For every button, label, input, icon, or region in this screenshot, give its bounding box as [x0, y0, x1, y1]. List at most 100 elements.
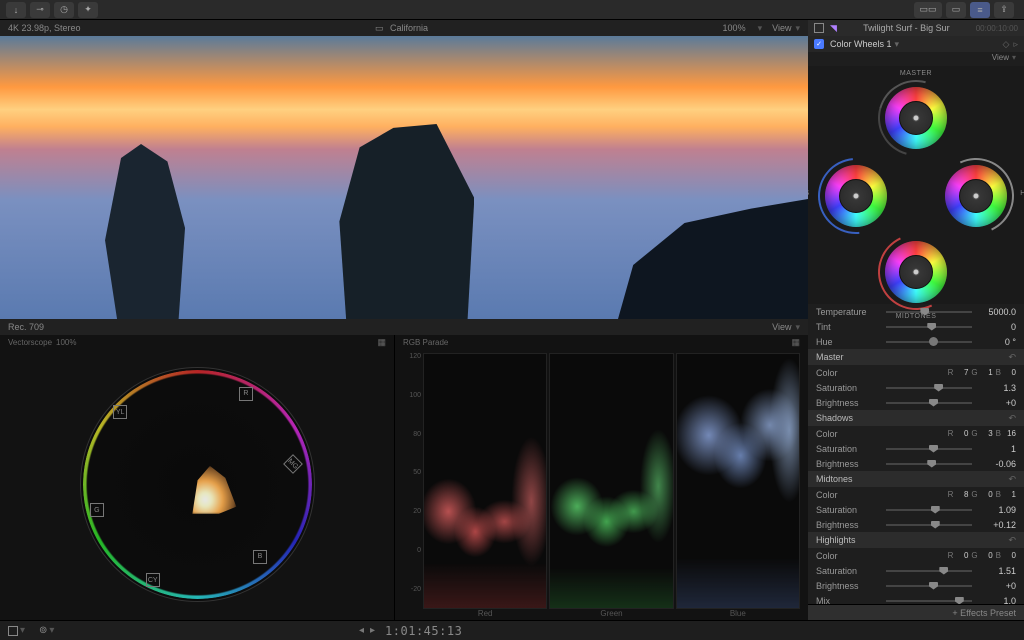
inspector-view-dropdown[interactable]: View — [992, 53, 1009, 65]
master-color-rgb[interactable]: R7G1B0 — [880, 368, 1016, 377]
tint-value[interactable]: 0 — [978, 322, 1016, 332]
highlights-wheel[interactable]: HIGHLIGHTS — [938, 158, 1014, 234]
shadows-wheel[interactable]: SHADOWS — [818, 158, 894, 234]
midtones-wheel[interactable]: MIDTONES — [878, 234, 954, 310]
vectorscope-panel: Vectorscope 100% ▦ R MG B CY G YL — [0, 335, 395, 620]
midtones-saturation-slider[interactable] — [886, 509, 972, 511]
midtones-brightness-value[interactable]: +0.12 — [978, 520, 1016, 530]
hue-value[interactable]: 0 ° — [978, 337, 1016, 347]
bg-tasks-button[interactable]: ◷ — [54, 2, 74, 18]
parade-settings-icon[interactable]: ▦ — [791, 337, 800, 348]
shadows-brightness-value[interactable]: -0.06 — [978, 459, 1016, 469]
highlights-mix-slider[interactable] — [886, 600, 972, 602]
viewer[interactable] — [0, 36, 808, 319]
highlights-brightness-label: Brightness — [816, 581, 880, 591]
highlights-saturation-slider[interactable] — [886, 570, 972, 572]
master-brightness-value[interactable]: +0 — [978, 398, 1016, 408]
highlights-section[interactable]: Highlights↶ — [808, 532, 1024, 548]
shadows-brightness-slider[interactable] — [886, 463, 972, 465]
master-brightness-row: Brightness +0 — [808, 395, 1024, 410]
shadows-section[interactable]: Shadows↶ — [808, 410, 1024, 426]
zoom-dropdown[interactable]: 100% — [723, 23, 746, 33]
inspector-timecode: 00:00:10:00 — [976, 24, 1018, 33]
temperature-slider[interactable] — [886, 311, 972, 313]
highlights-saturation-label: Saturation — [816, 566, 880, 576]
toolbar-btn-2[interactable]: ▭ — [946, 2, 966, 18]
parade-blue[interactable] — [676, 353, 800, 609]
master-saturation-label: Saturation — [816, 383, 880, 393]
hue-label: Hue — [816, 337, 880, 347]
scopes-view-dropdown[interactable]: View — [772, 322, 791, 332]
highlights-brightness-row: Brightness +0 — [808, 578, 1024, 593]
next-correction-icon[interactable]: ▹ — [1013, 39, 1018, 50]
tint-row: Tint 0 — [808, 319, 1024, 334]
midtones-saturation-row: Saturation 1.09 — [808, 502, 1024, 517]
shadows-reset-icon[interactable]: ↶ — [1008, 413, 1016, 424]
vectorscope-scale: 100% — [56, 338, 76, 347]
import-button[interactable]: ↓ — [6, 2, 26, 18]
parade-green[interactable] — [549, 353, 673, 609]
shadows-saturation-row: Saturation 1 — [808, 441, 1024, 456]
master-section[interactable]: Master↶ — [808, 349, 1024, 365]
app-toolbar: ↓ ⊸ ◷ ✦ ▭▭ ▭ ≡ ⇪ — [0, 0, 1024, 20]
master-brightness-slider[interactable] — [886, 402, 972, 404]
vectorscope-settings-icon[interactable]: ▦ — [377, 337, 386, 348]
highlights-mix-label: Mix — [816, 596, 880, 605]
play-backward-icon[interactable]: ◂ — [359, 625, 364, 636]
effect-name-dropdown[interactable]: Color Wheels 1 — [830, 39, 892, 49]
master-saturation-value[interactable]: 1.3 — [978, 383, 1016, 393]
playhead-timecode[interactable]: 1:01:45:13 — [385, 624, 462, 638]
midtones-section[interactable]: Midtones↶ — [808, 471, 1024, 487]
video-inspector-tab[interactable] — [814, 23, 824, 33]
vectorscope-display[interactable]: R MG B CY G YL — [80, 367, 315, 602]
highlights-color-rgb[interactable]: R0G0B0 — [880, 551, 1016, 560]
master-wheel[interactable]: MASTER — [878, 80, 954, 156]
keyword-button[interactable]: ⊸ — [30, 2, 50, 18]
effect-enable-checkbox[interactable]: ✓ — [814, 39, 824, 49]
temperature-value[interactable]: 5000.0 — [978, 307, 1016, 317]
color-wheels-area: MASTER SHADOWS HIGHLIGHTS MIDTONES — [808, 66, 1024, 304]
hue-slider[interactable] — [886, 341, 972, 343]
inspector-panel: ◥ Twilight Surf - Big Sur 00:00:10:00 ✓ … — [808, 20, 1024, 620]
save-effects-preset-button[interactable]: + Effects Preset — [808, 604, 1024, 620]
midtones-brightness-slider[interactable] — [886, 524, 972, 526]
vscope-target-g: G — [90, 503, 104, 517]
midtones-saturation-value[interactable]: 1.09 — [978, 505, 1016, 515]
midtones-color-row: Color R8G0B1 — [808, 487, 1024, 502]
timeline-footer: ▾ ⊚ ▾ ◂ ▸ 1:01:45:13 — [0, 620, 1024, 640]
viewer-view-dropdown[interactable]: View — [772, 23, 791, 33]
shadows-saturation-slider[interactable] — [886, 448, 972, 450]
parade-yaxis: 1201008050200-20 — [399, 353, 421, 593]
index-button[interactable] — [8, 626, 18, 636]
midtones-brightness-row: Brightness +0.12 — [808, 517, 1024, 532]
highlights-brightness-value[interactable]: +0 — [978, 581, 1016, 591]
vscope-target-r: R — [239, 387, 253, 401]
prev-correction-icon[interactable]: ◇ — [1003, 39, 1010, 50]
skimming-button[interactable]: ⊚ — [39, 625, 47, 636]
hue-row: Hue 0 ° — [808, 334, 1024, 349]
enhance-button[interactable]: ✦ — [78, 2, 98, 18]
highlights-color-row: Color R0G0B0 — [808, 548, 1024, 563]
toolbar-btn-1[interactable]: ▭▭ — [914, 2, 942, 18]
highlights-reset-icon[interactable]: ↶ — [1008, 535, 1016, 546]
parade-red[interactable] — [423, 353, 547, 609]
highlights-mix-value[interactable]: 1.0 — [978, 596, 1016, 605]
clip-info-bar: 4K 23.98p, Stereo ▭ California 100% ▾ Vi… — [0, 20, 808, 36]
share-button[interactable]: ⇪ — [994, 2, 1014, 18]
play-forward-icon[interactable]: ▸ — [370, 625, 375, 636]
midtones-reset-icon[interactable]: ↶ — [1008, 474, 1016, 485]
color-inspector-button[interactable]: ≡ — [970, 2, 990, 18]
highlights-saturation-value[interactable]: 1.51 — [978, 566, 1016, 576]
midtones-saturation-label: Saturation — [816, 505, 880, 515]
master-reset-icon[interactable]: ↶ — [1008, 352, 1016, 363]
vectorscope-title: Vectorscope — [8, 338, 52, 347]
shadows-color-rgb[interactable]: R0G3B16 — [880, 429, 1016, 438]
shadows-saturation-label: Saturation — [816, 444, 880, 454]
color-inspector-tab[interactable]: ◥ — [830, 23, 837, 34]
highlights-brightness-slider[interactable] — [886, 585, 972, 587]
shadows-brightness-label: Brightness — [816, 459, 880, 469]
tint-slider[interactable] — [886, 326, 972, 328]
midtones-color-rgb[interactable]: R8G0B1 — [880, 490, 1016, 499]
shadows-saturation-value[interactable]: 1 — [978, 444, 1016, 454]
master-saturation-slider[interactable] — [886, 387, 972, 389]
